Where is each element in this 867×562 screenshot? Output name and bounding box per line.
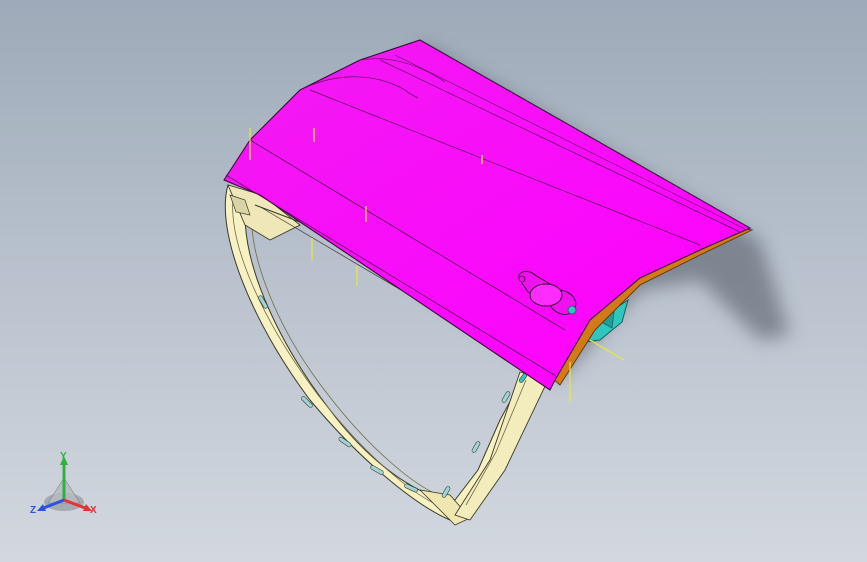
y-axis-label: Y xyxy=(60,451,67,462)
x-axis-label: X xyxy=(90,505,97,516)
door-outer-panel xyxy=(223,39,752,391)
3d-viewport[interactable]: Y X Z xyxy=(0,0,867,562)
coordinate-triad[interactable] xyxy=(37,456,92,511)
z-axis-label: Z xyxy=(30,505,37,516)
door-model-drawing[interactable] xyxy=(0,0,867,562)
